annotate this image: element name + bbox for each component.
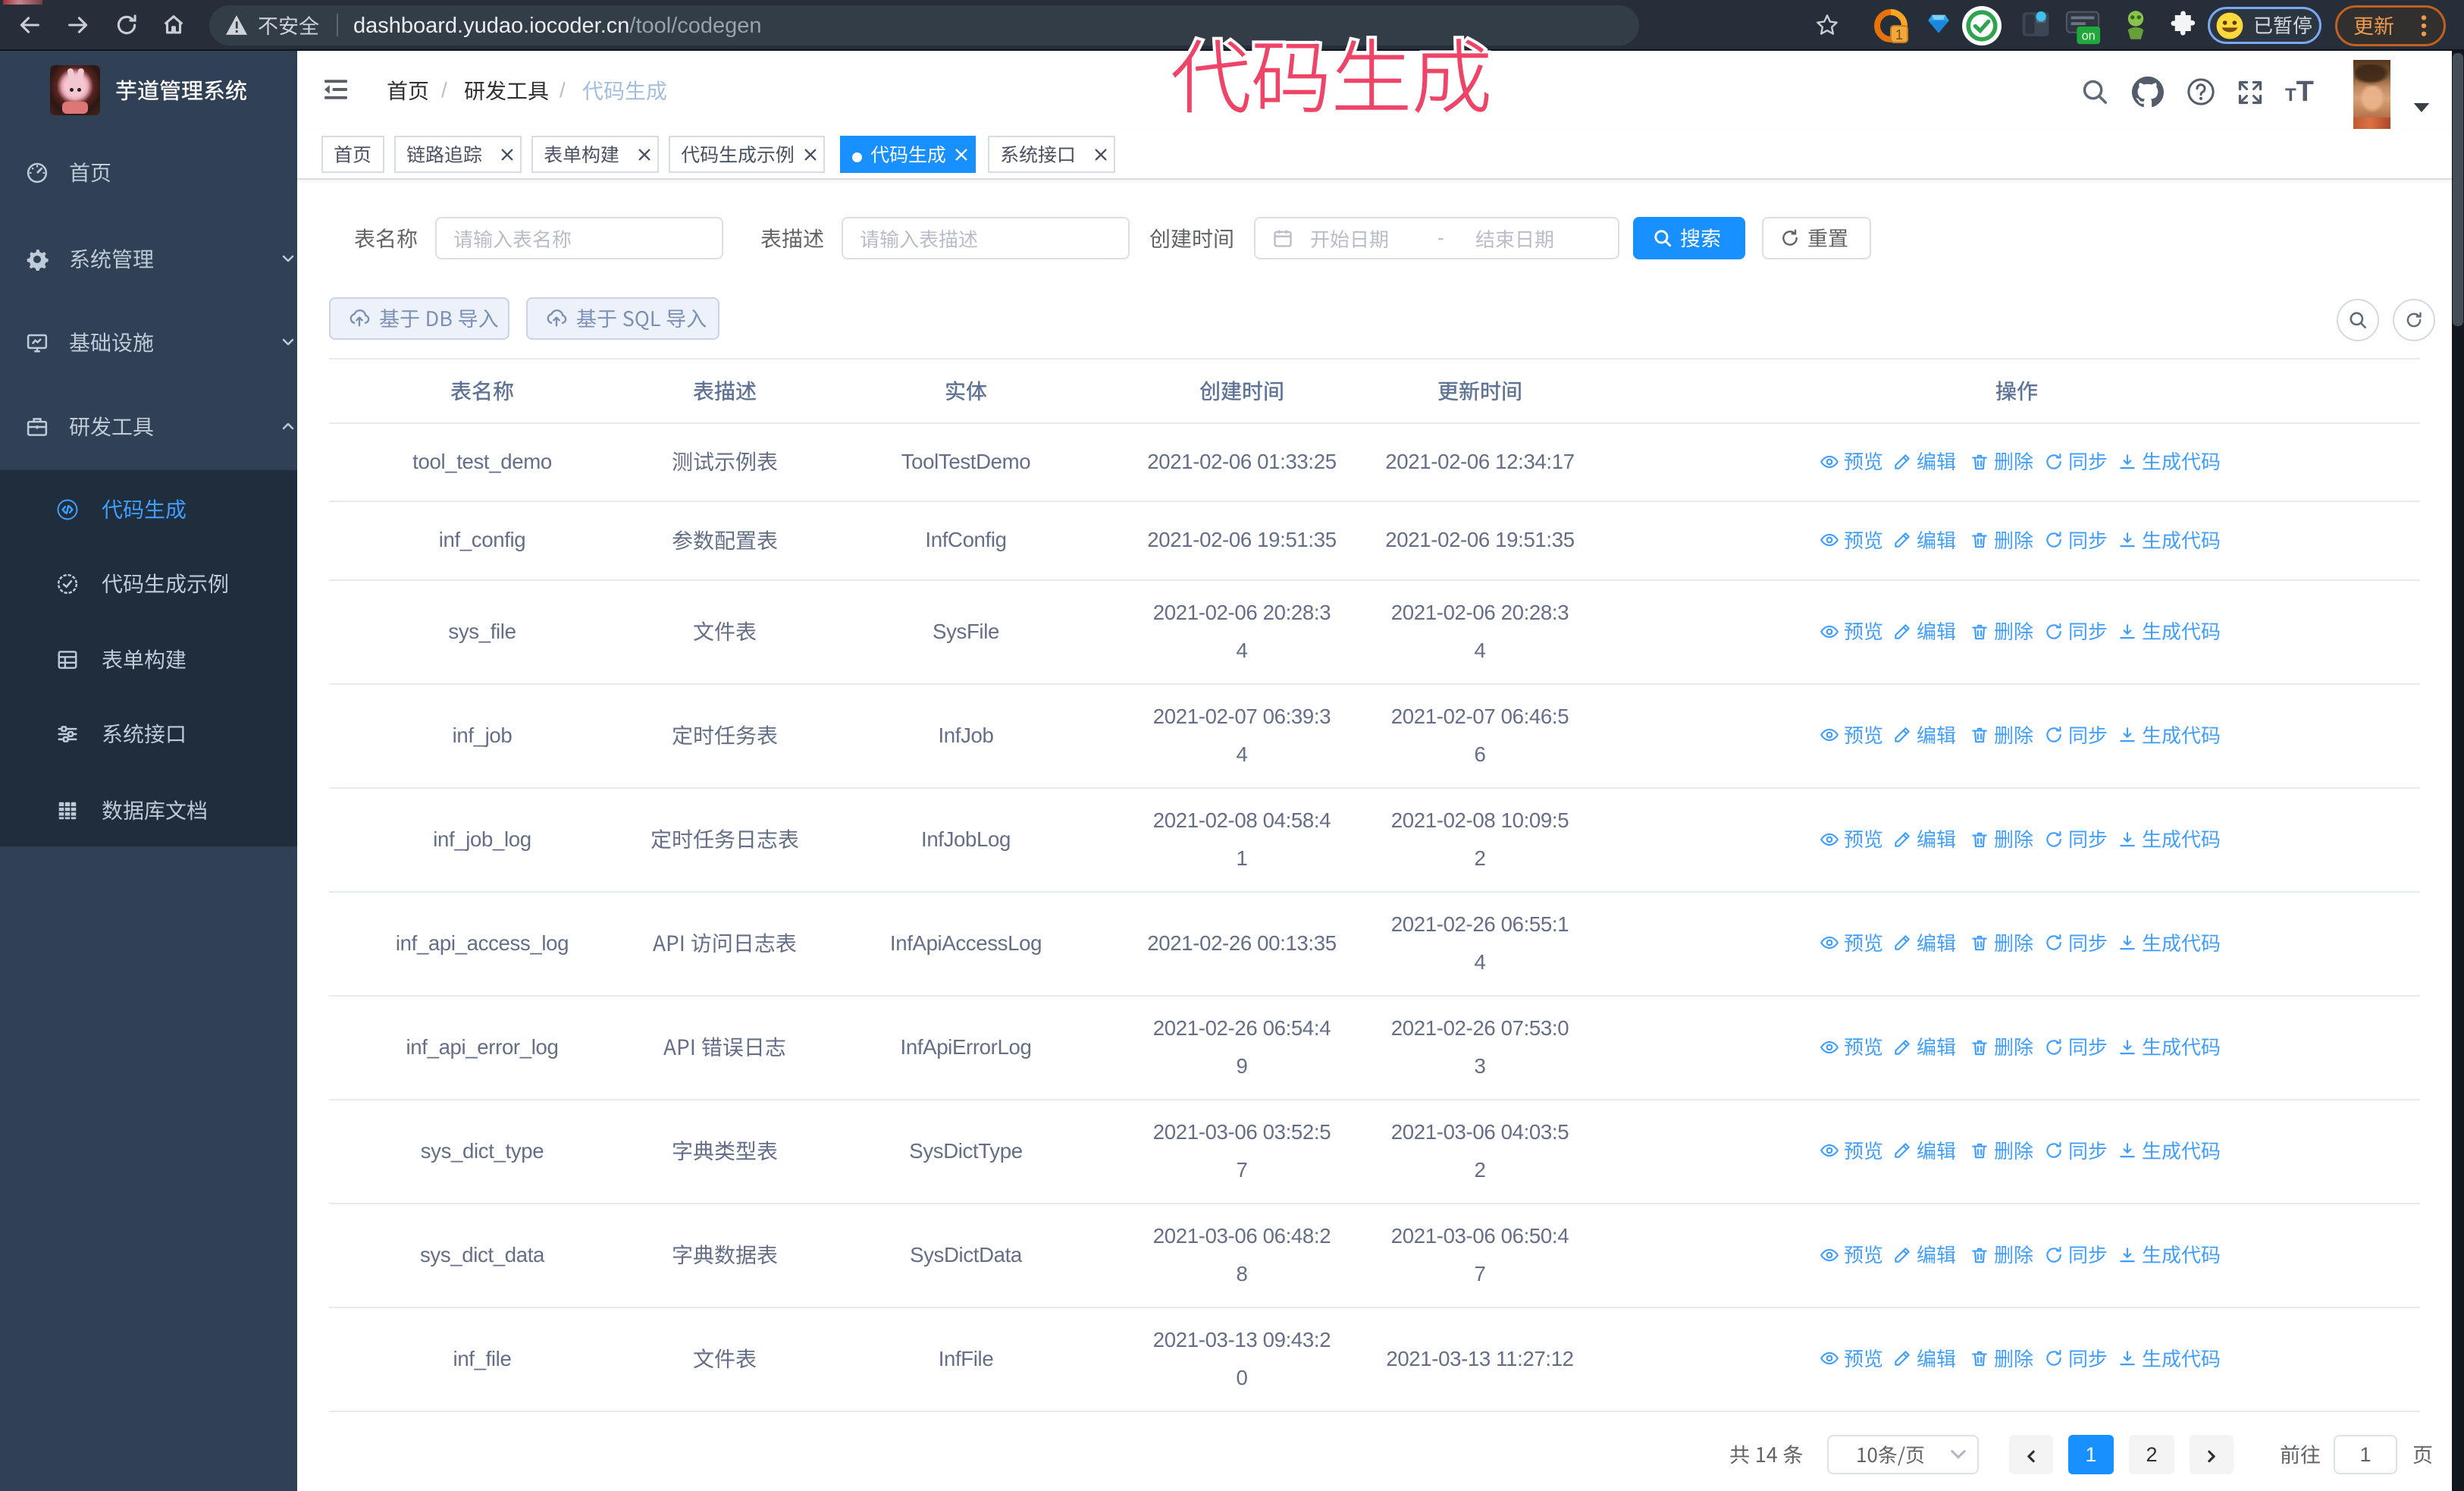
svg-text:on: on xyxy=(2082,29,2096,42)
svg-text:1: 1 xyxy=(1895,27,1903,42)
